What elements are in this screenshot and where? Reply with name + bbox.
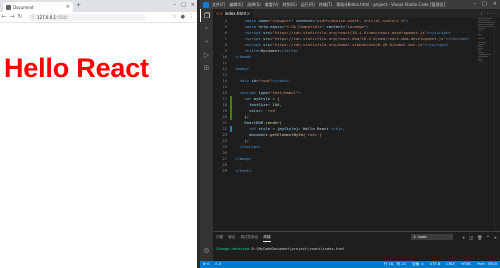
- star-icon[interactable]: ☆: [172, 14, 176, 20]
- terminal-output-path: D:\MyCodeDocument\project\react\index.ht…: [251, 247, 345, 251]
- menu-icon[interactable]: ⋮: [189, 14, 194, 20]
- address-bar[interactable]: ⓘ 127.0.0.1:5500: [28, 13, 146, 21]
- menu-view[interactable]: 查看(V): [265, 2, 279, 8]
- menu-run[interactable]: 运行(R): [301, 2, 315, 8]
- code-line: 29 </html>: [222, 168, 252, 173]
- window-title: index.html - project - Visual Studio Cod…: [348, 2, 446, 7]
- tab-index-html[interactable]: <> index.html ×: [213, 9, 253, 18]
- site-info-icon[interactable]: ⓘ: [31, 14, 35, 20]
- hello-heading: Hello React: [4, 53, 149, 83]
- status-encoding[interactable]: UTF-8: [430, 261, 440, 268]
- terminal-output-label: Change detected: [216, 247, 250, 251]
- browser-toolbar-actions: ☆ ● ⋮: [172, 14, 194, 20]
- menu-terminal[interactable]: 终端(T): [319, 2, 333, 8]
- browser-window: Document × + – □ × ← → ↻ ⓘ 127.0.0.1:550…: [0, 0, 197, 268]
- menu-bar: 文件(F) 编辑(E) 选择(S) 查看(V) 转到(G) 运行(R) 终端(T…: [212, 2, 350, 8]
- extensions-icon[interactable]: ⊞: [200, 61, 213, 74]
- tab-label: index.html: [224, 11, 247, 16]
- files-icon[interactable]: ❐: [200, 9, 213, 22]
- split-terminal-icon[interactable]: ◫: [469, 234, 473, 241]
- status-language[interactable]: HTML: [461, 261, 471, 268]
- run-debug-icon[interactable]: ▷: [200, 48, 213, 61]
- status-bar: ⊗ 0 ⚠ 0 行 16，列 23 空格: 4 UTF-8 CRLF HTML …: [200, 261, 500, 268]
- add-terminal-icon[interactable]: +: [462, 234, 465, 241]
- vscode-title-bar: 文件(F) 编辑(E) 选择(S) 查看(V) 转到(G) 运行(R) 终端(T…: [200, 0, 500, 9]
- tab-terminal[interactable]: 终端: [263, 234, 271, 242]
- vscode-window-controls: – □ ×: [474, 0, 497, 9]
- status-indentation[interactable]: 空格: 4: [412, 261, 424, 268]
- new-tab-icon[interactable]: +: [76, 2, 81, 10]
- close-window-icon[interactable]: ×: [191, 1, 195, 9]
- html-file-icon: <>: [216, 11, 223, 16]
- status-live-server[interactable]: Port : 5500: [477, 261, 497, 268]
- panel-header: 问题 输出 调试控制台 终端 1: node + ◫ 🗑 ^ ×: [213, 234, 500, 242]
- menu-selection[interactable]: 选择(S): [247, 2, 261, 8]
- tab-output[interactable]: 输出: [228, 234, 235, 242]
- status-eol[interactable]: CRLF: [446, 261, 455, 268]
- minimize-icon[interactable]: –: [174, 1, 177, 9]
- status-errors[interactable]: ⊗ 0: [203, 261, 209, 268]
- status-warnings[interactable]: ⚠ 0: [214, 261, 221, 268]
- maximize-icon[interactable]: □: [482, 0, 487, 9]
- trash-icon[interactable]: 🗑: [477, 234, 482, 241]
- vscode-window: 文件(F) 编辑(E) 选择(S) 查看(V) 转到(G) 运行(R) 终端(T…: [200, 0, 500, 268]
- address-url: 127.0.0.1:5500: [37, 14, 68, 20]
- source-control-icon[interactable]: ⑂: [200, 35, 213, 48]
- panel-tabs: 问题 输出 调试控制台 终端: [216, 234, 271, 242]
- menu-go[interactable]: 转到(G): [283, 2, 297, 8]
- back-icon[interactable]: ←: [0, 13, 8, 21]
- close-panel-icon[interactable]: ×: [494, 234, 497, 241]
- reload-icon[interactable]: ↻: [16, 13, 24, 21]
- profile-icon[interactable]: ●: [181, 14, 185, 20]
- forward-icon[interactable]: →: [8, 13, 16, 21]
- gear-icon[interactable]: ⚙: [200, 244, 213, 257]
- tab-debug-console[interactable]: 调试控制台: [240, 234, 258, 242]
- browser-tab[interactable]: Document ×: [3, 2, 73, 12]
- maximize-panel-icon[interactable]: ^: [486, 234, 489, 241]
- menu-edit[interactable]: 编辑(E): [229, 2, 243, 8]
- activity-bar: ❐ ⌕ ⑂ ▷ ⊞ ⚙: [200, 9, 213, 261]
- page-viewport: Hello React: [0, 23, 197, 268]
- close-tab-icon[interactable]: ×: [247, 11, 250, 16]
- terminal-panel: 问题 输出 调试控制台 终端 1: node + ◫ 🗑 ^ × Change …: [213, 231, 500, 262]
- minimize-icon[interactable]: –: [474, 0, 477, 9]
- close-window-icon[interactable]: ×: [493, 0, 497, 9]
- page-icon: [6, 4, 11, 10]
- editor-actions[interactable]: ⫶ ···: [481, 9, 497, 18]
- editor-tab-bar: <> index.html × ⫶ ···: [213, 9, 500, 18]
- search-icon[interactable]: ⌕: [200, 22, 213, 35]
- close-tab-icon[interactable]: ×: [66, 4, 70, 10]
- browser-tab-strip: Document × + – □ ×: [0, 0, 197, 12]
- status-cursor-position[interactable]: 行 16，列 23: [384, 261, 406, 268]
- panel-actions: + ◫ 🗑 ^ ×: [462, 234, 497, 241]
- menu-file[interactable]: 文件(F): [212, 2, 225, 8]
- minimap[interactable]: [478, 18, 494, 138]
- vscode-logo-icon: [203, 1, 209, 8]
- terminal-output[interactable]: Change detected D:\MyCodeDocument\projec…: [216, 247, 345, 251]
- tab-problems[interactable]: 问题: [216, 234, 223, 242]
- browser-window-controls: – □ ×: [174, 1, 195, 9]
- terminal-select[interactable]: 1: node: [411, 234, 453, 240]
- browser-toolbar: ← → ↻ ⓘ 127.0.0.1:5500 ☆ ● ⋮: [0, 12, 197, 23]
- browser-tab-title: Document: [13, 4, 34, 10]
- code-editor[interactable]: 4 <meta name="viewport" content="width=d…: [213, 18, 500, 231]
- editor-scrollbar[interactable]: [494, 18, 500, 231]
- maximize-icon[interactable]: □: [181, 1, 186, 9]
